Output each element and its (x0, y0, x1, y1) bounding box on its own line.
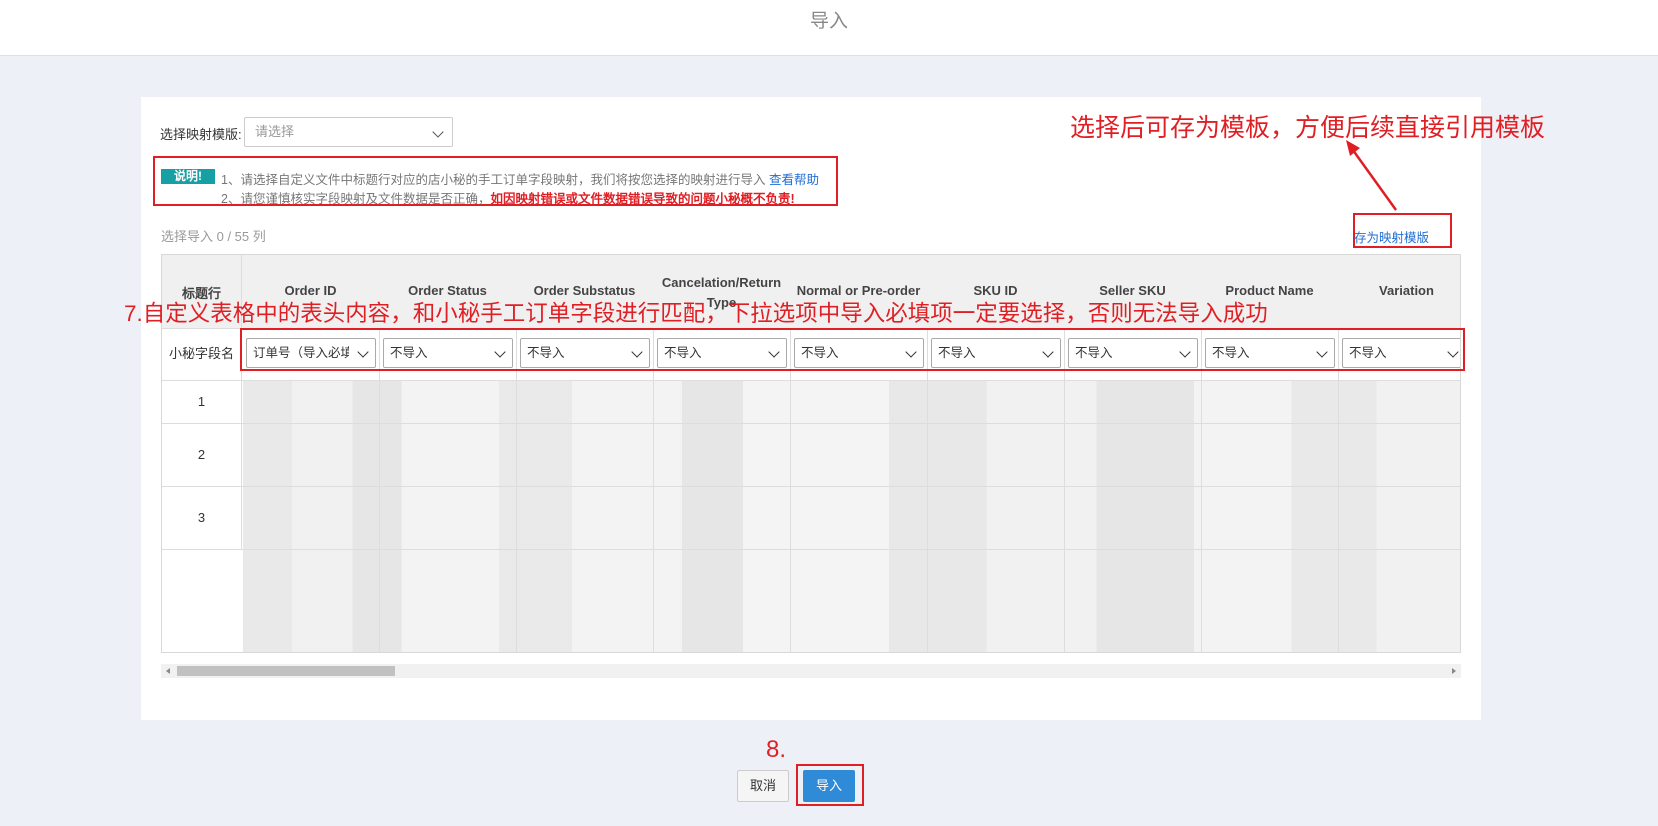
import-button[interactable]: 导入 (803, 770, 855, 802)
chevron-down-icon (432, 126, 444, 138)
page-title: 导入 (0, 0, 1658, 56)
import-panel: 选择映射模版: 请选择 说明! 1、请选择自定义文件中标题行对应的店小秘的手工订… (141, 97, 1481, 720)
column-divider (1064, 328, 1065, 652)
save-template-button[interactable]: 存为映射模版 (1354, 227, 1429, 246)
note-line-1: 1、请选择自定义文件中标题行对应的店小秘的手工订单字段映射，我们将按您选择的映射… (221, 169, 819, 188)
template-select[interactable]: 请选择 (244, 117, 453, 147)
row-number: 1 (162, 381, 242, 423)
column-header: Variation (1379, 283, 1434, 298)
scroll-left-icon[interactable] (166, 668, 170, 674)
scroll-thumb[interactable] (177, 666, 395, 676)
column-divider (790, 328, 791, 652)
scroll-right-icon[interactable] (1452, 668, 1456, 674)
step8-annotation: 8. (766, 736, 787, 763)
column-divider (1201, 328, 1202, 652)
template-hint-annotation: 选择后可存为模板，方便后续直接引用模板 (1070, 114, 1546, 142)
mapping-row-highlight (240, 328, 1465, 371)
row-number: 3 (162, 486, 242, 549)
column-divider (927, 328, 928, 652)
note-warning: 如因映射错误或文件数据错误导致的问题小秘概不负责! (490, 192, 795, 206)
horizontal-scrollbar[interactable] (161, 664, 1461, 678)
step7-annotation: 7.自定义表格中的表头内容，和小秘手工订单字段进行匹配，下拉选项中导入必填项一定… (124, 301, 1268, 326)
column-count: 选择导入 0 / 55 列 (161, 229, 266, 244)
field-row-label: 小秘字段名 (162, 328, 242, 380)
note-line-2-text: 2、请您谨慎核实字段映射及文件数据是否正确， (221, 192, 491, 206)
note-badge: 说明! (161, 169, 215, 184)
template-label: 选择映射模版: (160, 127, 242, 142)
row-number: 2 (162, 423, 242, 486)
table-row: 2 (162, 423, 1460, 487)
column-divider (653, 328, 654, 652)
note-line-1-text: 1、请选择自定义文件中标题行对应的店小秘的手工订单字段映射，我们将按您选择的映射… (221, 173, 766, 187)
help-link[interactable]: 查看帮助 (769, 173, 819, 187)
annotation-arrow-icon (1346, 140, 1398, 211)
column-divider (379, 328, 380, 652)
column-divider (1338, 328, 1339, 652)
table-row: 1 (162, 381, 1460, 424)
note-line-2: 2、请您谨慎核实字段映射及文件数据是否正确，如因映射错误或文件数据错误导致的问题… (221, 188, 795, 207)
template-select-placeholder: 请选择 (255, 124, 295, 139)
table-row: 3 (162, 486, 1460, 550)
column-divider (516, 328, 517, 652)
cancel-button[interactable]: 取消 (737, 770, 789, 802)
